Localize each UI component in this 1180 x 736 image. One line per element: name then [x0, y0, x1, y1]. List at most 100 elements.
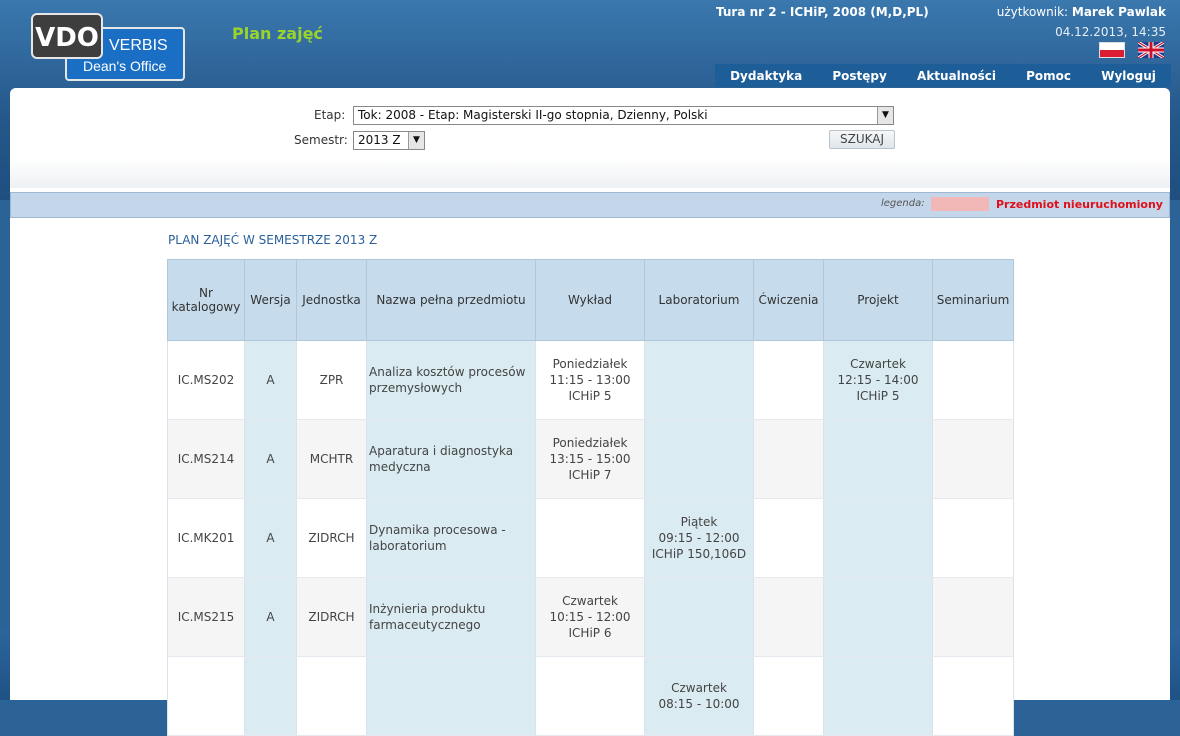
nav-pomoc[interactable]: Pomoc [1026, 69, 1071, 83]
cwiczenia-cell [753, 656, 824, 736]
projekt-cell [823, 419, 933, 499]
table-row: Czwartek 08:15 - 10:00 [167, 656, 1014, 736]
jednostka-cell: ZPR [296, 340, 367, 420]
english-flag-icon[interactable] [1138, 42, 1164, 58]
laboratorium-cell-line: 08:15 - 10:00 [658, 697, 740, 711]
projekt-cell-line: 12:15 - 14:00 [837, 373, 919, 387]
wyklad-cell [535, 656, 645, 736]
jednostka-cell [296, 656, 367, 736]
projekt-cell [823, 577, 933, 657]
nr-katalogowy-cell: IC.MS214 [167, 419, 245, 499]
tura-info: Tura nr 2 - ICHiP, 2008 (M,D,PL) [716, 5, 929, 19]
legend-swatch [931, 197, 989, 211]
laboratorium-cell [644, 419, 754, 499]
jednostka-cell: ZIDRCH [296, 577, 367, 657]
wersja-cell: A [244, 340, 297, 420]
search-button[interactable]: SZUKAJ [829, 130, 895, 149]
table-header-row: Nr katalogowy Wersja Jednostka Nazwa peł… [167, 259, 1014, 341]
laboratorium-cell-line: Piątek [680, 515, 718, 529]
chevron-down-icon: ▼ [877, 107, 893, 124]
nav-dydaktyka[interactable]: Dydaktyka [730, 69, 802, 83]
nav-postepy[interactable]: Postępy [832, 69, 886, 83]
wyklad-cell-line: 10:15 - 12:00 [549, 610, 631, 624]
legend-text: Przedmiot nieuruchomiony [996, 198, 1163, 211]
laboratorium-cell [644, 340, 754, 420]
legend-label: legenda: [881, 198, 925, 209]
jednostka-cell: ZIDRCH [296, 498, 367, 578]
plan-title: PLAN ZAJĘĆ W SEMESTRZE 2013 Z [168, 233, 378, 247]
polish-flag-icon[interactable] [1099, 42, 1125, 58]
nr-katalogowy-cell: IC.MS215 [167, 577, 245, 657]
content-panel: Etap: Tok: 2008 - Etap: Magisterski II-g… [10, 88, 1170, 736]
seminarium-cell [932, 577, 1014, 657]
header-nr-katalogowy[interactable]: Nr katalogowy [167, 259, 245, 341]
wersja-cell: A [244, 498, 297, 578]
laboratorium-cell-line: Czwartek [671, 681, 727, 695]
header-nazwa[interactable]: Nazwa pełna przedmiotu [366, 259, 536, 341]
header-wersja[interactable]: Wersja [244, 259, 297, 341]
seminarium-cell [932, 656, 1014, 736]
wyklad-cell-line: ICHiP 7 [568, 468, 612, 482]
projekt-cell: Czwartek 12:15 - 14:00 ICHiP 5 [823, 340, 933, 420]
semestr-select-value: 2013 Z [358, 133, 401, 147]
semestr-select[interactable]: 2013 Z ▼ [353, 131, 425, 150]
table-row: IC.MS202 A ZPR Analiza kosztów procesów prz… [167, 340, 1014, 420]
datetime: 04.12.2013, 14:35 [1055, 25, 1166, 39]
wyklad-cell-line: Poniedziałek [552, 436, 628, 450]
table-row: IC.MS215 A ZIDRCH Inżynieria produktu farma… [167, 577, 1014, 657]
cwiczenia-cell [753, 498, 824, 578]
filter-area: Etap: Tok: 2008 - Etap: Magisterski II-g… [10, 88, 1170, 188]
nr-katalogowy-cell [167, 656, 245, 736]
wyklad-cell: Czwartek 10:15 - 12:00 ICHiP 6 [535, 577, 645, 657]
nav-wyloguj[interactable]: Wyloguj [1101, 69, 1156, 83]
user-info: użytkownik: Marek Pawlak [997, 5, 1166, 19]
laboratorium-cell-line: 09:15 - 12:00 [658, 531, 740, 545]
nazwa-cell: Inżynieria produktu farmaceutycznego [366, 577, 536, 657]
wyklad-cell: Poniedziałek 11:15 - 13:00 ICHiP 5 [535, 340, 645, 420]
nazwa-cell [366, 656, 536, 736]
wersja-cell: A [244, 419, 297, 499]
projekt-cell [823, 656, 933, 736]
table-row: IC.MK201 A ZIDRCH Dynamika procesowa - labo… [167, 498, 1014, 578]
etap-select[interactable]: Tok: 2008 - Etap: Magisterski II-go stop… [353, 106, 894, 125]
wersja-cell [244, 656, 297, 736]
chevron-down-icon: ▼ [408, 132, 424, 149]
wyklad-cell-line: ICHiP 6 [568, 626, 612, 640]
nav-aktualnosci[interactable]: Aktualności [917, 69, 996, 83]
wyklad-cell-line: Poniedziałek [552, 357, 628, 371]
seminarium-cell [932, 419, 1014, 499]
nazwa-cell: Aparatura i diagnostyka medyczna [366, 419, 536, 499]
cwiczenia-cell [753, 577, 824, 657]
header-cwiczenia[interactable]: Ćwiczenia [753, 259, 824, 341]
laboratorium-cell [644, 577, 754, 657]
laboratorium-cell: Piątek 09:15 - 12:00 ICHiP 150,106D [644, 498, 754, 578]
wyklad-cell-line: 11:15 - 13:00 [549, 373, 631, 387]
header-laboratorium[interactable]: Laboratorium [644, 259, 754, 341]
logo-deans-office-text: Dean's Office [83, 58, 167, 74]
header-seminarium[interactable]: Seminarium [932, 259, 1014, 341]
laboratorium-cell: Czwartek 08:15 - 10:00 [644, 656, 754, 736]
user-name: Marek Pawlak [1071, 5, 1166, 19]
vdo-verbis-logo[interactable]: VDO VERBIS Dean's Office [31, 13, 185, 81]
wersja-cell: A [244, 577, 297, 657]
header-jednostka[interactable]: Jednostka [296, 259, 367, 341]
etap-select-value: Tok: 2008 - Etap: Magisterski II-go stop… [358, 108, 708, 122]
wyklad-cell-line: Czwartek [562, 594, 618, 608]
seminarium-cell [932, 498, 1014, 578]
wyklad-cell-line: ICHiP 5 [568, 389, 612, 403]
cwiczenia-cell [753, 419, 824, 499]
nr-katalogowy-cell: IC.MK201 [167, 498, 245, 578]
legend-bar: legenda: Przedmiot nieuruchomiony [10, 192, 1170, 218]
nazwa-cell: Analiza kosztów procesów przemysłowych [366, 340, 536, 420]
header-projekt[interactable]: Projekt [823, 259, 933, 341]
laboratorium-cell-line: ICHiP 150,106D [651, 547, 747, 561]
projekt-cell-line: Czwartek [850, 357, 906, 371]
nazwa-cell: Dynamika procesowa - laboratorium [366, 498, 536, 578]
cwiczenia-cell [753, 340, 824, 420]
logo-vdo-text: VDO [31, 13, 103, 59]
schedule-table: Nr katalogowy Wersja Jednostka Nazwa peł… [167, 259, 1014, 736]
nr-katalogowy-cell: IC.MS202 [167, 340, 245, 420]
page-title: Plan zajęć [232, 24, 323, 43]
etap-label: Etap: [314, 108, 346, 122]
header-wyklad[interactable]: Wykład [535, 259, 645, 341]
